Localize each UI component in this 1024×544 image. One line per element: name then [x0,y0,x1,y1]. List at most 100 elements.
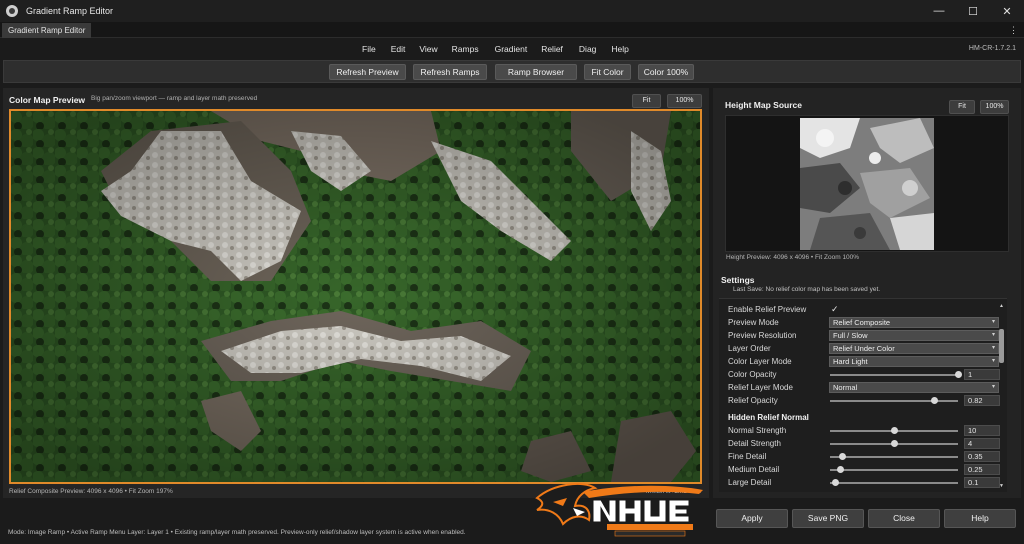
fit-color-button[interactable]: Fit Color [584,64,631,80]
height-map-image [800,118,934,250]
setting-enable-relief: Enable Relief Preview ✓ [728,303,1004,316]
last-save-status: Last Save: No relief color map has been … [733,286,881,293]
close-button[interactable]: Close [868,509,940,528]
maximize-button[interactable]: ☐ [956,0,990,22]
tab-gradient-ramp-editor[interactable]: Gradient Ramp Editor [2,23,92,38]
color-fit-button[interactable]: Fit [632,94,661,108]
ramp-browser-button[interactable]: Ramp Browser [495,64,577,80]
menu-items: File Edit View Ramps Gradient Relief Diag Help [362,39,629,59]
relief-opacity-label: Relief Opacity [728,396,778,405]
app-icon [6,5,18,17]
menu-ramps[interactable]: Ramps [452,39,479,59]
chevron-down-icon: ▾ [991,332,995,338]
color-map-subtitle: Big pan/zoom viewport — ramp and layer m… [91,95,258,102]
height-map-viewport[interactable] [725,115,1009,252]
chevron-down-icon: ▾ [991,319,995,325]
height-zoom-100-button[interactable]: 100% [980,100,1009,114]
window-title: Gradient Ramp Editor [26,6,114,16]
relief-layer-mode-label: Relief Layer Mode [728,383,793,392]
close-window-button[interactable]: ✕ [990,0,1024,22]
setting-preview-resolution: Preview Resolution Full / Slow ▾ [728,329,1004,342]
detail-strength-label: Detail Strength [728,439,781,448]
more-options-icon[interactable]: ⋮ [1009,22,1018,38]
fine-detail-value[interactable]: 0.35 [964,451,1000,462]
save-png-button[interactable]: Save PNG [792,509,864,528]
color-layer-mode-label: Color Layer Mode [728,357,792,366]
apply-button[interactable]: Apply [716,509,788,528]
menu-file[interactable]: File [362,39,376,59]
menu-gradient[interactable]: Gradient [495,39,528,59]
enable-relief-checkbox[interactable]: ✓ [831,304,839,315]
preview-mode-select[interactable]: Relief Composite ▾ [829,317,999,328]
scroll-up-icon[interactable]: ▲ [998,303,1005,309]
layer-order-label: Layer Order [728,344,771,353]
refresh-preview-button[interactable]: Refresh Preview [329,64,406,80]
setting-color-layer-mode: Color Layer Mode Hard Light ▾ [728,355,1004,368]
title-bar: Gradient Ramp Editor — ☐ ✕ [0,0,1024,22]
color-opacity-slider[interactable] [830,374,958,376]
fine-detail-handle[interactable] [839,453,847,460]
tab-bar: Gradient Ramp Editor ⋮ [0,22,1024,38]
large-detail-handle[interactable] [831,479,839,486]
color-opacity-handle[interactable] [954,371,962,378]
medium-detail-value[interactable]: 0.25 [964,464,1000,475]
color-zoom-100-button[interactable]: 100% [667,94,702,108]
relief-opacity-value[interactable]: 0.82 [964,395,1000,406]
setting-detail-strength: Detail Strength 4 [728,437,1004,450]
relief-layer-mode-value: Normal [833,383,858,392]
refresh-ramps-button[interactable]: Refresh Ramps [413,64,487,80]
version-label: HM-CR-1.7.2.1 [968,45,1016,52]
color-map-panel: Color Map Preview Big pan/zoom viewport … [3,88,709,498]
fine-detail-slider[interactable] [830,456,958,458]
chevron-down-icon: ▾ [991,384,995,390]
large-detail-label: Large Detail [728,478,772,487]
settings-panel: Height Map Source Fit 100% Height Previe… [713,88,1021,498]
normal-strength-handle[interactable] [890,427,898,434]
menu-help[interactable]: Help [611,39,628,59]
color-100-button[interactable]: Color 100% [638,64,694,80]
relief-opacity-slider[interactable] [830,400,958,402]
setting-fine-detail: Fine Detail 0.35 [728,450,1004,463]
setting-layer-order: Layer Order Relief Under Color ▾ [728,342,1004,355]
layer-order-select[interactable]: Relief Under Color ▾ [829,343,999,354]
action-buttons: Apply Save PNG Close Help [713,509,1021,529]
medium-detail-handle[interactable] [836,466,844,473]
menu-edit[interactable]: Edit [391,39,406,59]
scroll-down-icon[interactable]: ▼ [998,483,1005,489]
height-map-title: Height Map Source [725,100,802,110]
menu-relief[interactable]: Relief [541,39,563,59]
minimize-button[interactable]: — [922,0,956,22]
relief-layer-mode-select[interactable]: Normal ▾ [829,382,999,393]
normal-strength-label: Normal Strength [728,426,787,435]
height-fit-button[interactable]: Fit [949,100,975,114]
color-layer-mode-select[interactable]: Hard Light ▾ [829,356,999,367]
chevron-down-icon: ▾ [991,345,995,351]
color-map-viewport[interactable] [9,109,702,484]
color-opacity-label: Color Opacity [728,370,777,379]
preview-resolution-select[interactable]: Full / Slow ▾ [829,330,999,341]
window-controls: — ☐ ✕ [922,0,1024,22]
hidden-relief-normal-heading: Hidden Relief Normal [728,413,809,422]
settings-scrollbar[interactable]: ▲ ▼ [998,303,1005,489]
detail-strength-value[interactable]: 4 [964,438,1000,449]
chevron-down-icon: ▾ [991,358,995,364]
large-detail-value[interactable]: 0.1 [964,477,1000,488]
preview-resolution-label: Preview Resolution [728,331,797,340]
detail-strength-handle[interactable] [890,440,898,447]
settings-list: Enable Relief Preview ✓ Preview Mode Rel… [719,298,1007,492]
color-map-title: Color Map Preview [9,95,86,105]
height-map-caption: Height Preview: 4096 x 4096 • Fit Zoom 1… [726,254,860,261]
menu-diag[interactable]: Diag [579,39,596,59]
setting-normal-strength: Normal Strength 10 [728,424,1004,437]
preview-mode-value: Relief Composite [833,318,891,327]
menu-bar: File Edit View Ramps Gradient Relief Diag Help … [0,39,1024,59]
large-detail-slider[interactable] [830,482,958,484]
menu-view[interactable]: View [419,39,437,59]
relief-opacity-handle[interactable] [931,397,939,404]
normal-strength-value[interactable]: 10 [964,425,1000,436]
help-button[interactable]: Help [944,509,1016,528]
scrollbar-thumb[interactable] [999,329,1004,363]
toolbar: Refresh Preview Refresh Ramps Ramp Brows… [3,60,1021,83]
color-opacity-value[interactable]: 1 [964,369,1000,380]
medium-detail-slider[interactable] [830,469,958,471]
